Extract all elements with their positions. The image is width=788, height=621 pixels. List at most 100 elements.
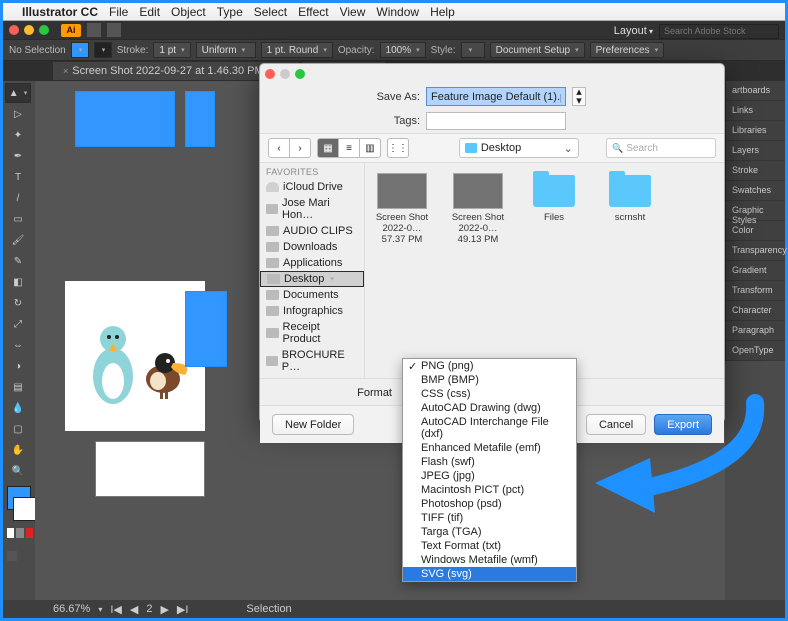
- export-button[interactable]: Export: [654, 414, 712, 435]
- format-option[interactable]: JPEG (jpg): [403, 469, 576, 483]
- magic-wand-tool[interactable]: ✦: [5, 125, 31, 145]
- menu-file[interactable]: File: [109, 5, 128, 19]
- stroke-weight[interactable]: 1 pt: [153, 42, 190, 58]
- file-item[interactable]: scrnsht: [601, 173, 659, 224]
- artboard-tool[interactable]: ▢: [5, 419, 31, 439]
- panel-tab[interactable]: Color: [726, 221, 785, 241]
- nav-first-icon[interactable]: I◀: [110, 603, 122, 616]
- menu-select[interactable]: Select: [254, 5, 287, 19]
- format-option[interactable]: BMP (BMP): [403, 373, 576, 387]
- sidebar-item[interactable]: Documents: [260, 287, 364, 303]
- panel-tab[interactable]: Gradient: [726, 261, 785, 281]
- format-option[interactable]: Flash (swf): [403, 455, 576, 469]
- format-option[interactable]: AutoCAD Interchange File (dxf): [403, 415, 576, 441]
- panel-tab[interactable]: OpenType: [726, 341, 785, 361]
- brush-def[interactable]: 1 pt. Round: [261, 42, 333, 58]
- dialog-search[interactable]: Search: [606, 138, 716, 158]
- fill-swatch[interactable]: [71, 42, 89, 58]
- file-item[interactable]: Screen Shot 2022-0…49.13 PM: [449, 173, 507, 246]
- menu-window[interactable]: Window: [376, 5, 419, 19]
- style-select[interactable]: [461, 42, 485, 58]
- panel-tab[interactable]: Stroke: [726, 161, 785, 181]
- dialog-zoom[interactable]: [295, 69, 305, 79]
- zoom-tool[interactable]: 🔍: [5, 461, 31, 481]
- menu-edit[interactable]: Edit: [139, 5, 160, 19]
- sidebar-item[interactable]: BROCHURE P…: [260, 347, 364, 375]
- menu-app[interactable]: Illustrator CC: [22, 5, 98, 19]
- none-mode[interactable]: [26, 528, 33, 538]
- arrange-icon[interactable]: [107, 23, 121, 37]
- shape-builder-tool[interactable]: ◑: [5, 356, 31, 376]
- stroke-color[interactable]: [13, 497, 37, 521]
- format-dropdown[interactable]: PNG (png)BMP (BMP)CSS (css)AutoCAD Drawi…: [402, 358, 577, 582]
- direct-select-tool[interactable]: ▷: [5, 104, 31, 124]
- stock-search[interactable]: Search Adobe Stock: [659, 24, 779, 39]
- sidebar-item[interactable]: Jose Mari Hon…: [260, 195, 364, 223]
- sidebar-item[interactable]: Desktop: [260, 271, 364, 287]
- sidebar-item[interactable]: Downloads: [260, 239, 364, 255]
- cancel-button[interactable]: Cancel: [586, 414, 646, 435]
- menu-help[interactable]: Help: [430, 5, 455, 19]
- panel-tab[interactable]: Swatches: [726, 181, 785, 201]
- location-select[interactable]: Desktop: [459, 138, 579, 158]
- nav-prev-icon[interactable]: ◀: [130, 603, 138, 616]
- close-window[interactable]: [9, 25, 19, 35]
- rectangle-tool[interactable]: ▭: [5, 209, 31, 229]
- panel-tab[interactable]: Character: [726, 301, 785, 321]
- nav-next-icon[interactable]: ▶: [160, 603, 168, 616]
- doc-setup-button[interactable]: Document Setup: [490, 42, 585, 58]
- menu-view[interactable]: View: [340, 5, 366, 19]
- format-option[interactable]: AutoCAD Drawing (dwg): [403, 401, 576, 415]
- sidebar-item[interactable]: Infographics: [260, 303, 364, 319]
- opacity-input[interactable]: 100%: [380, 42, 426, 58]
- view-columns[interactable]: ▥: [359, 138, 381, 158]
- nav-last-icon[interactable]: ▶I: [177, 603, 189, 616]
- line-tool[interactable]: /: [5, 188, 31, 208]
- gradient-tool[interactable]: ▤: [5, 377, 31, 397]
- expand-toggle[interactable]: ▴▾: [572, 87, 586, 106]
- file-item[interactable]: Files: [525, 173, 583, 224]
- file-item[interactable]: Screen Shot 2022-0…57.37 PM: [373, 173, 431, 246]
- menu-object[interactable]: Object: [171, 5, 206, 19]
- panel-tab[interactable]: Transform: [726, 281, 785, 301]
- format-option[interactable]: TIFF (tif): [403, 511, 576, 525]
- new-folder-button[interactable]: New Folder: [272, 414, 354, 435]
- panel-tab[interactable]: artboards: [726, 81, 785, 101]
- back-button[interactable]: ‹: [268, 138, 290, 158]
- menu-type[interactable]: Type: [217, 5, 243, 19]
- artboard-number[interactable]: 2: [146, 603, 152, 615]
- color-mode[interactable]: [7, 528, 14, 538]
- format-option[interactable]: SVG (svg): [403, 567, 576, 581]
- pen-tool[interactable]: ✒: [5, 146, 31, 166]
- format-option[interactable]: Enhanced Metafile (emf): [403, 441, 576, 455]
- panel-tab[interactable]: Libraries: [726, 121, 785, 141]
- eyedropper-tool[interactable]: 💧: [5, 398, 31, 418]
- workspace-switcher[interactable]: Layout: [614, 25, 653, 37]
- hand-tool[interactable]: ✋: [5, 440, 31, 460]
- zoom-level[interactable]: 66.67%: [53, 603, 90, 615]
- sidebar-item[interactable]: NEWSLETTER…: [260, 375, 364, 378]
- tags-input[interactable]: [426, 112, 566, 130]
- file-browser[interactable]: Screen Shot 2022-0…57.37 PM Screen Shot 2…: [365, 163, 724, 378]
- panel-tab[interactable]: Links: [726, 101, 785, 121]
- panel-tab[interactable]: Graphic Styles: [726, 201, 785, 221]
- format-option[interactable]: Macintosh PICT (pct): [403, 483, 576, 497]
- sidebar-item[interactable]: iCloud Drive: [260, 179, 364, 195]
- panel-tab[interactable]: Paragraph: [726, 321, 785, 341]
- view-icons[interactable]: ▦: [317, 138, 339, 158]
- pencil-tool[interactable]: ✎: [5, 251, 31, 271]
- view-list[interactable]: ≡: [338, 138, 360, 158]
- minimize-window[interactable]: [24, 25, 34, 35]
- panel-tab[interactable]: Layers: [726, 141, 785, 161]
- format-option[interactable]: CSS (css): [403, 387, 576, 401]
- sidebar-item[interactable]: Receipt Product: [260, 319, 364, 347]
- menu-effect[interactable]: Effect: [298, 5, 328, 19]
- screen-mode[interactable]: [7, 551, 17, 561]
- format-option[interactable]: Photoshop (psd): [403, 497, 576, 511]
- format-option[interactable]: Windows Metafile (wmf): [403, 553, 576, 567]
- forward-button[interactable]: ›: [289, 138, 311, 158]
- gradient-mode[interactable]: [16, 528, 23, 538]
- sidebar-item[interactable]: Applications: [260, 255, 364, 271]
- format-option[interactable]: Text Format (txt): [403, 539, 576, 553]
- stroke-profile[interactable]: Uniform: [196, 42, 256, 58]
